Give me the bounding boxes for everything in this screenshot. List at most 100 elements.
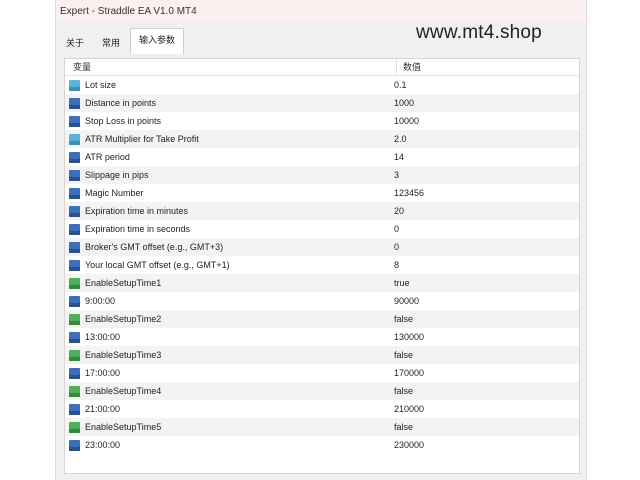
numeric-type-icon <box>69 97 80 109</box>
parameter-name-cell: Stop Loss in points <box>65 115 388 127</box>
parameter-name: Expiration time in minutes <box>85 206 189 216</box>
tab-inputs[interactable]: 输入参数 <box>130 28 185 54</box>
parameter-name-cell: EnableSetupTime1 <box>65 277 388 289</box>
parameter-value[interactable]: 90000 <box>388 296 419 306</box>
table-row[interactable]: 23:00:00 230000 <box>65 436 579 454</box>
parameter-name-cell: ATR period <box>65 151 388 163</box>
parameter-value[interactable]: 123456 <box>388 188 424 198</box>
parameter-name: Distance in points <box>85 98 157 108</box>
table-row[interactable]: ATR Multiplier for Take Profit 2.0 <box>65 130 579 148</box>
watermark-text: www.mt4.shop <box>416 22 542 43</box>
numeric-type-icon <box>69 259 80 271</box>
table-row[interactable]: Lot size 0.1 <box>65 76 579 94</box>
double-type-icon <box>69 79 80 91</box>
column-header-value[interactable]: 数值 <box>397 59 421 75</box>
parameter-value[interactable]: 3 <box>388 170 399 180</box>
table-row[interactable]: Expiration time in seconds 0 <box>65 220 579 238</box>
parameter-name-cell: Magic Number <box>65 187 388 199</box>
parameter-value[interactable]: 8 <box>388 260 399 270</box>
table-row[interactable]: 21:00:00 210000 <box>65 400 579 418</box>
table-row[interactable]: Distance in points 1000 <box>65 94 579 112</box>
parameter-name-cell: 17:00:00 <box>65 367 388 379</box>
parameter-value[interactable]: false <box>388 422 413 432</box>
parameter-value[interactable]: 230000 <box>388 440 424 450</box>
table-row[interactable]: EnableSetupTime1 true <box>65 274 579 292</box>
parameter-name: 21:00:00 <box>85 404 121 414</box>
parameter-name: Stop Loss in points <box>85 116 162 126</box>
parameter-name-cell: 13:00:00 <box>65 331 388 343</box>
parameter-value[interactable]: 0 <box>388 242 399 252</box>
parameter-value[interactable]: 0 <box>388 224 399 234</box>
parameter-value[interactable]: false <box>388 350 413 360</box>
parameter-name-cell: 23:00:00 <box>65 439 388 451</box>
table-header: 变量 数值 <box>65 59 579 76</box>
table-row[interactable]: EnableSetupTime3 false <box>65 346 579 364</box>
double-type-icon <box>69 133 80 145</box>
table-row[interactable]: Broker's GMT offset (e.g., GMT+3) 0 <box>65 238 579 256</box>
parameter-name: EnableSetupTime4 <box>85 386 162 396</box>
numeric-type-icon <box>69 439 80 451</box>
table-row[interactable]: EnableSetupTime5 false <box>65 418 579 436</box>
parameter-name: 23:00:00 <box>85 440 121 450</box>
table-row[interactable]: EnableSetupTime4 false <box>65 382 579 400</box>
numeric-type-icon <box>69 223 80 235</box>
tab-about[interactable]: 关于 <box>58 32 92 54</box>
parameter-value[interactable]: true <box>388 278 410 288</box>
parameter-name: Magic Number <box>85 188 144 198</box>
table-row[interactable]: 9:00:00 90000 <box>65 292 579 310</box>
parameter-name-cell: EnableSetupTime3 <box>65 349 388 361</box>
parameter-value[interactable]: 14 <box>388 152 404 162</box>
table-row[interactable]: EnableSetupTime2 false <box>65 310 579 328</box>
parameter-name-cell: Expiration time in minutes <box>65 205 388 217</box>
bool-type-icon <box>69 385 80 397</box>
table-row[interactable]: Magic Number 123456 <box>65 184 579 202</box>
bool-type-icon <box>69 349 80 361</box>
parameter-name: EnableSetupTime5 <box>85 422 162 432</box>
window-titlebar: Expert - Straddle EA V1.0 MT4 <box>56 0 586 22</box>
parameter-value[interactable]: 0.1 <box>388 80 407 90</box>
numeric-type-icon <box>69 367 80 379</box>
parameter-name: ATR period <box>85 152 130 162</box>
numeric-type-icon <box>69 187 80 199</box>
column-header-variable[interactable]: 变量 <box>65 59 397 75</box>
numeric-type-icon <box>69 169 80 181</box>
parameter-value[interactable]: false <box>388 386 413 396</box>
table-row[interactable]: ATR period 14 <box>65 148 579 166</box>
numeric-type-icon <box>69 151 80 163</box>
numeric-type-icon <box>69 295 80 307</box>
parameter-name: 9:00:00 <box>85 296 116 306</box>
parameter-value[interactable]: 210000 <box>388 404 424 414</box>
parameter-name-cell: Lot size <box>65 79 388 91</box>
parameter-value[interactable]: 130000 <box>388 332 424 342</box>
table-row[interactable]: Stop Loss in points 10000 <box>65 112 579 130</box>
parameter-value[interactable]: 2.0 <box>388 134 407 144</box>
table-body: Lot size 0.1 Distance in points 1000 Stop Lo… <box>65 76 579 454</box>
table-row[interactable]: 17:00:00 170000 <box>65 364 579 382</box>
numeric-type-icon <box>69 205 80 217</box>
parameter-value[interactable]: 170000 <box>388 368 424 378</box>
parameter-value[interactable]: false <box>388 314 413 324</box>
parameter-name: Slippage in pips <box>85 170 149 180</box>
table-row[interactable]: Your local GMT offset (e.g., GMT+1) 8 <box>65 256 579 274</box>
parameter-name: Broker's GMT offset (e.g., GMT+3) <box>85 242 224 252</box>
parameter-value[interactable]: 10000 <box>388 116 419 126</box>
tab-common[interactable]: 常用 <box>94 32 128 54</box>
parameter-name-cell: Your local GMT offset (e.g., GMT+1) <box>65 259 388 271</box>
parameter-name-cell: Expiration time in seconds <box>65 223 388 235</box>
parameter-value[interactable]: 20 <box>388 206 404 216</box>
parameter-name-cell: Slippage in pips <box>65 169 388 181</box>
parameter-name: EnableSetupTime1 <box>85 278 162 288</box>
parameter-name: EnableSetupTime3 <box>85 350 162 360</box>
parameter-name: EnableSetupTime2 <box>85 314 162 324</box>
table-row[interactable]: 13:00:00 130000 <box>65 328 579 346</box>
numeric-type-icon <box>69 115 80 127</box>
parameter-name: Expiration time in seconds <box>85 224 191 234</box>
numeric-type-icon <box>69 331 80 343</box>
expert-properties-window: Expert - Straddle EA V1.0 MT4 关于 常用 输入参数… <box>55 0 587 480</box>
parameter-name-cell: 9:00:00 <box>65 295 388 307</box>
table-row[interactable]: Slippage in pips 3 <box>65 166 579 184</box>
table-row[interactable]: Expiration time in minutes 20 <box>65 202 579 220</box>
parameter-name: Your local GMT offset (e.g., GMT+1) <box>85 260 230 270</box>
parameter-value[interactable]: 1000 <box>388 98 414 108</box>
parameter-name: ATR Multiplier for Take Profit <box>85 134 199 144</box>
